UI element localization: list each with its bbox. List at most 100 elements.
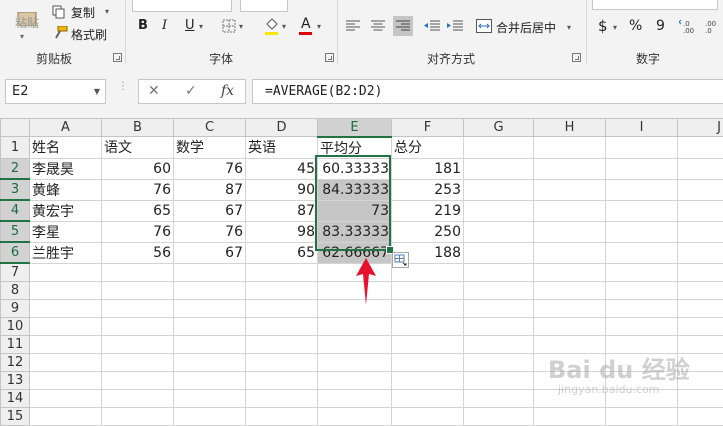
- name-box-dropdown-icon[interactable]: ▼: [94, 87, 100, 96]
- cell[interactable]: [101, 370, 174, 390]
- number-format-combo[interactable]: [592, 0, 718, 10]
- cell[interactable]: [677, 220, 723, 243]
- cell[interactable]: [29, 280, 102, 300]
- cell[interactable]: [677, 178, 723, 201]
- cell[interactable]: [29, 334, 102, 354]
- cell-d6[interactable]: 65: [245, 241, 318, 264]
- row-header[interactable]: 12: [0, 352, 30, 372]
- cell[interactable]: [463, 157, 534, 180]
- cell[interactable]: [101, 352, 174, 372]
- align-right-button[interactable]: [393, 16, 413, 36]
- cell[interactable]: [245, 280, 318, 300]
- formula-bar-splitter[interactable]: ⋮: [118, 82, 128, 92]
- comma-style-button[interactable]: 9: [656, 18, 665, 34]
- cell[interactable]: [463, 220, 534, 243]
- cell[interactable]: [463, 178, 534, 201]
- cell-b3[interactable]: 76: [101, 178, 174, 201]
- cell[interactable]: [463, 370, 534, 390]
- cell[interactable]: [605, 178, 678, 201]
- cell-c5[interactable]: 76: [173, 220, 246, 243]
- cell-d4[interactable]: 87: [245, 199, 318, 222]
- row-header[interactable]: 11: [0, 334, 30, 354]
- cell[interactable]: [173, 352, 246, 372]
- cell[interactable]: [533, 241, 606, 264]
- cell-a1[interactable]: 姓名: [29, 136, 102, 159]
- cell[interactable]: [29, 316, 102, 336]
- cell-c4[interactable]: 67: [173, 199, 246, 222]
- cell[interactable]: [391, 280, 464, 300]
- cell[interactable]: [317, 406, 392, 426]
- cell[interactable]: [533, 157, 606, 180]
- row-header[interactable]: 10: [0, 316, 30, 336]
- fill-color-button[interactable]: ▾: [264, 17, 290, 39]
- cell-b6[interactable]: 56: [101, 241, 174, 264]
- cell[interactable]: [605, 406, 678, 426]
- column-header-g[interactable]: G: [463, 118, 534, 137]
- align-left-button[interactable]: [346, 20, 362, 34]
- cell[interactable]: [101, 280, 174, 300]
- cell[interactable]: [101, 406, 174, 426]
- cell[interactable]: [317, 334, 392, 354]
- cell-e5[interactable]: 83.33333: [317, 220, 392, 243]
- row-header[interactable]: 8: [0, 280, 30, 300]
- cell[interactable]: [533, 316, 606, 336]
- cell[interactable]: [173, 316, 246, 336]
- decrease-decimal-button[interactable]: .00.0: [703, 18, 723, 36]
- column-header-d[interactable]: D: [245, 118, 318, 137]
- cell[interactable]: [29, 262, 102, 282]
- borders-button[interactable]: ▾: [222, 19, 248, 35]
- column-header-i[interactable]: I: [605, 118, 678, 137]
- clipboard-dialog-launcher-icon[interactable]: [113, 53, 122, 62]
- cell[interactable]: [605, 298, 678, 318]
- cell[interactable]: [533, 178, 606, 201]
- font-name-combo[interactable]: [132, 0, 232, 12]
- cell-d2[interactable]: 45: [245, 157, 318, 180]
- cell-f3[interactable]: 253: [391, 178, 464, 201]
- cell[interactable]: [533, 298, 606, 318]
- cell[interactable]: [245, 406, 318, 426]
- cell[interactable]: [533, 136, 606, 159]
- cell[interactable]: [391, 334, 464, 354]
- cell[interactable]: [245, 262, 318, 282]
- cell[interactable]: [533, 280, 606, 300]
- cell[interactable]: [245, 388, 318, 408]
- cell[interactable]: [533, 262, 606, 282]
- cell[interactable]: [533, 220, 606, 243]
- cell[interactable]: [391, 370, 464, 390]
- cell[interactable]: [173, 370, 246, 390]
- cell[interactable]: [463, 280, 534, 300]
- cell-d5[interactable]: 98: [245, 220, 318, 243]
- cell-b2[interactable]: 60: [101, 157, 174, 180]
- select-all-corner[interactable]: [0, 118, 30, 137]
- cell[interactable]: [391, 352, 464, 372]
- cell[interactable]: [245, 370, 318, 390]
- cell[interactable]: [173, 280, 246, 300]
- cell[interactable]: [29, 370, 102, 390]
- cell-f1[interactable]: 总分: [391, 136, 464, 159]
- autofill-options-button[interactable]: [392, 252, 409, 268]
- name-box[interactable]: E2 ▼: [5, 79, 106, 104]
- cell[interactable]: [677, 280, 723, 300]
- cell[interactable]: [605, 280, 678, 300]
- cell[interactable]: [463, 262, 534, 282]
- cell[interactable]: [101, 298, 174, 318]
- increase-indent-button[interactable]: [447, 20, 463, 34]
- cell[interactable]: [173, 298, 246, 318]
- row-header[interactable]: 7: [0, 262, 30, 282]
- align-top-button[interactable]: [344, 0, 362, 8]
- cell[interactable]: [245, 334, 318, 354]
- cell[interactable]: [245, 352, 318, 372]
- cell[interactable]: [677, 136, 723, 159]
- cell[interactable]: [605, 199, 678, 222]
- column-header-a[interactable]: A: [29, 118, 102, 137]
- row-header[interactable]: 13: [0, 370, 30, 390]
- currency-dropdown-icon[interactable]: ▾: [613, 23, 617, 32]
- cell[interactable]: [677, 406, 723, 426]
- row-header[interactable]: 15: [0, 406, 30, 426]
- alignment-dialog-launcher-icon[interactable]: [572, 53, 581, 62]
- cell[interactable]: [391, 388, 464, 408]
- row-header[interactable]: 2: [0, 157, 30, 180]
- cell[interactable]: [605, 262, 678, 282]
- cell[interactable]: [463, 388, 534, 408]
- cell[interactable]: [463, 199, 534, 222]
